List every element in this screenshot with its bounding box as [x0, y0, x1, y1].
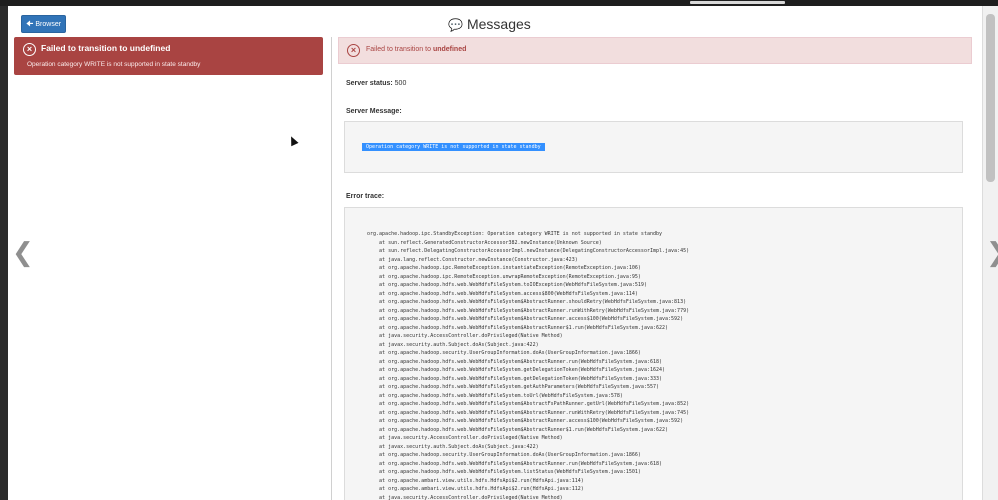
server-message-label: Server Message:: [346, 108, 402, 115]
error-trace-label-text: Error trace:: [346, 193, 385, 200]
error-trace-line: at javax.security.auth.Subject.doAs(Subj…: [367, 443, 539, 450]
error-trace-line: at org.apache.hadoop.hdfs.web.WebHdfsFil…: [367, 401, 690, 407]
detail-alert-value: undefined: [432, 46, 467, 53]
error-trace-line: at org.apache.hadoop.security.UserGroupI…: [367, 350, 641, 356]
server-status-value: 500: [394, 80, 407, 87]
error-trace-line: at sun.reflect.GeneratedConstructorAcces…: [367, 239, 602, 246]
page-title: 💬 Messages: [448, 14, 531, 34]
error-trace-line: at sun.reflect.DelegatingConstructorAcce…: [367, 248, 690, 254]
x-circle-icon: ×: [23, 43, 36, 56]
server-message-text[interactable]: Operation category WRITE is not supporte…: [362, 143, 545, 151]
scrollbar-thumb[interactable]: [986, 14, 995, 182]
server-message-label-text: Server Message:: [346, 108, 402, 115]
server-status: Server status: 500: [346, 80, 406, 87]
error-trace-line: at org.apache.ambari.view.utils.hdfs.Hdf…: [367, 477, 584, 484]
x-circle-icon: ×: [347, 44, 360, 57]
error-trace-label: Error trace:: [346, 193, 384, 200]
error-trace-line: at org.apache.hadoop.hdfs.web.WebHdfsFil…: [367, 282, 647, 288]
error-trace-box[interactable]: org.apache.hadoop.ipc.StandbyException: …: [344, 207, 963, 500]
error-trace-lines: org.apache.hadoop.ipc.StandbyException: …: [367, 230, 689, 500]
error-trace-line: org.apache.hadoop.ipc.StandbyException: …: [367, 231, 663, 237]
error-trace-line: at org.apache.hadoop.hdfs.web.WebHdfsFil…: [367, 316, 684, 322]
detail-alert-prefix: Failed to transition to: [366, 46, 433, 53]
error-trace-line: at org.apache.hadoop.hdfs.web.WebHdfsFil…: [367, 384, 659, 390]
error-trace-line: at org.apache.hadoop.ipc.RemoteException…: [367, 265, 641, 271]
error-trace-line: at javax.security.auth.Subject.doAs(Subj…: [367, 341, 539, 348]
back-to-browser-button[interactable]: 🠈 Browser: [21, 15, 66, 33]
message-title-value: undefined: [129, 43, 171, 53]
server-message-box[interactable]: Operation category WRITE is not supporte…: [344, 121, 963, 173]
error-trace-line: at org.apache.hadoop.hdfs.web.WebHdfsFil…: [367, 375, 663, 382]
error-trace-line: at org.apache.hadoop.hdfs.web.WebHdfsFil…: [367, 426, 669, 433]
window-tab-highlight: [690, 1, 785, 4]
panel-divider: [331, 37, 332, 500]
error-trace-line: at org.apache.hadoop.ipc.RemoteException…: [367, 273, 641, 280]
error-trace-line: at org.apache.ambari.view.utils.hdfs.Hdf…: [367, 486, 584, 492]
message-detail-panel: × Failed to transition to undefined Serv…: [338, 37, 972, 500]
back-button-label: Browser: [35, 21, 62, 28]
detail-alert: × Failed to transition to undefined: [338, 37, 972, 64]
error-trace-line: at org.apache.hadoop.hdfs.web.WebHdfsFil…: [367, 460, 663, 467]
error-trace-line: at java.security.AccessController.doPriv…: [367, 494, 563, 500]
server-status-label: Server status:: [346, 80, 393, 87]
error-trace-line: at org.apache.hadoop.hdfs.web.WebHdfsFil…: [367, 409, 690, 416]
error-trace-line: at org.apache.hadoop.hdfs.web.WebHdfsFil…: [367, 418, 684, 424]
message-list-item-title: Failed to transition to undefined: [41, 43, 170, 53]
error-trace-line: at org.apache.hadoop.hdfs.web.WebHdfsFil…: [367, 392, 623, 399]
message-list-item-subtitle: Operation category WRITE is not supporte…: [27, 61, 201, 68]
error-trace-line: at java.security.AccessController.doPriv…: [367, 333, 563, 339]
message-list-item[interactable]: × Failed to transition to undefined Oper…: [14, 37, 323, 75]
error-trace-line: at java.security.AccessController.doPriv…: [367, 435, 563, 441]
message-title-prefix: Failed to transition to: [41, 43, 130, 53]
error-trace-line: at org.apache.hadoop.hdfs.web.WebHdfsFil…: [367, 358, 663, 365]
page-title-text: Messages: [466, 16, 531, 32]
error-trace-line: at org.apache.hadoop.hdfs.web.WebHdfsFil…: [367, 367, 666, 373]
error-trace-line: at org.apache.hadoop.hdfs.web.WebHdfsFil…: [367, 290, 638, 297]
error-trace-line: at org.apache.hadoop.hdfs.web.WebHdfsFil…: [367, 299, 687, 305]
arrow-left-icon: 🠈: [25, 19, 34, 28]
comment-icon: 💬: [448, 18, 463, 32]
chevron-left-icon[interactable]: ❮: [12, 239, 34, 265]
error-trace-line: at org.apache.hadoop.hdfs.web.WebHdfsFil…: [367, 307, 690, 314]
messages-modal: 🠈 Browser 💬 Messages × Failed to transitio…: [8, 6, 982, 500]
detail-alert-text: Failed to transition to undefined: [366, 46, 466, 53]
error-trace-line: at org.apache.hadoop.hdfs.web.WebHdfsFil…: [367, 324, 669, 331]
chevron-right-icon[interactable]: ❯: [986, 239, 998, 265]
error-trace-line: at org.apache.hadoop.hdfs.web.WebHdfsFil…: [367, 469, 641, 475]
error-trace-line: at java.lang.reflect.Constructor.newInst…: [367, 256, 578, 263]
error-trace-line: at org.apache.hadoop.security.UserGroupI…: [367, 452, 641, 458]
